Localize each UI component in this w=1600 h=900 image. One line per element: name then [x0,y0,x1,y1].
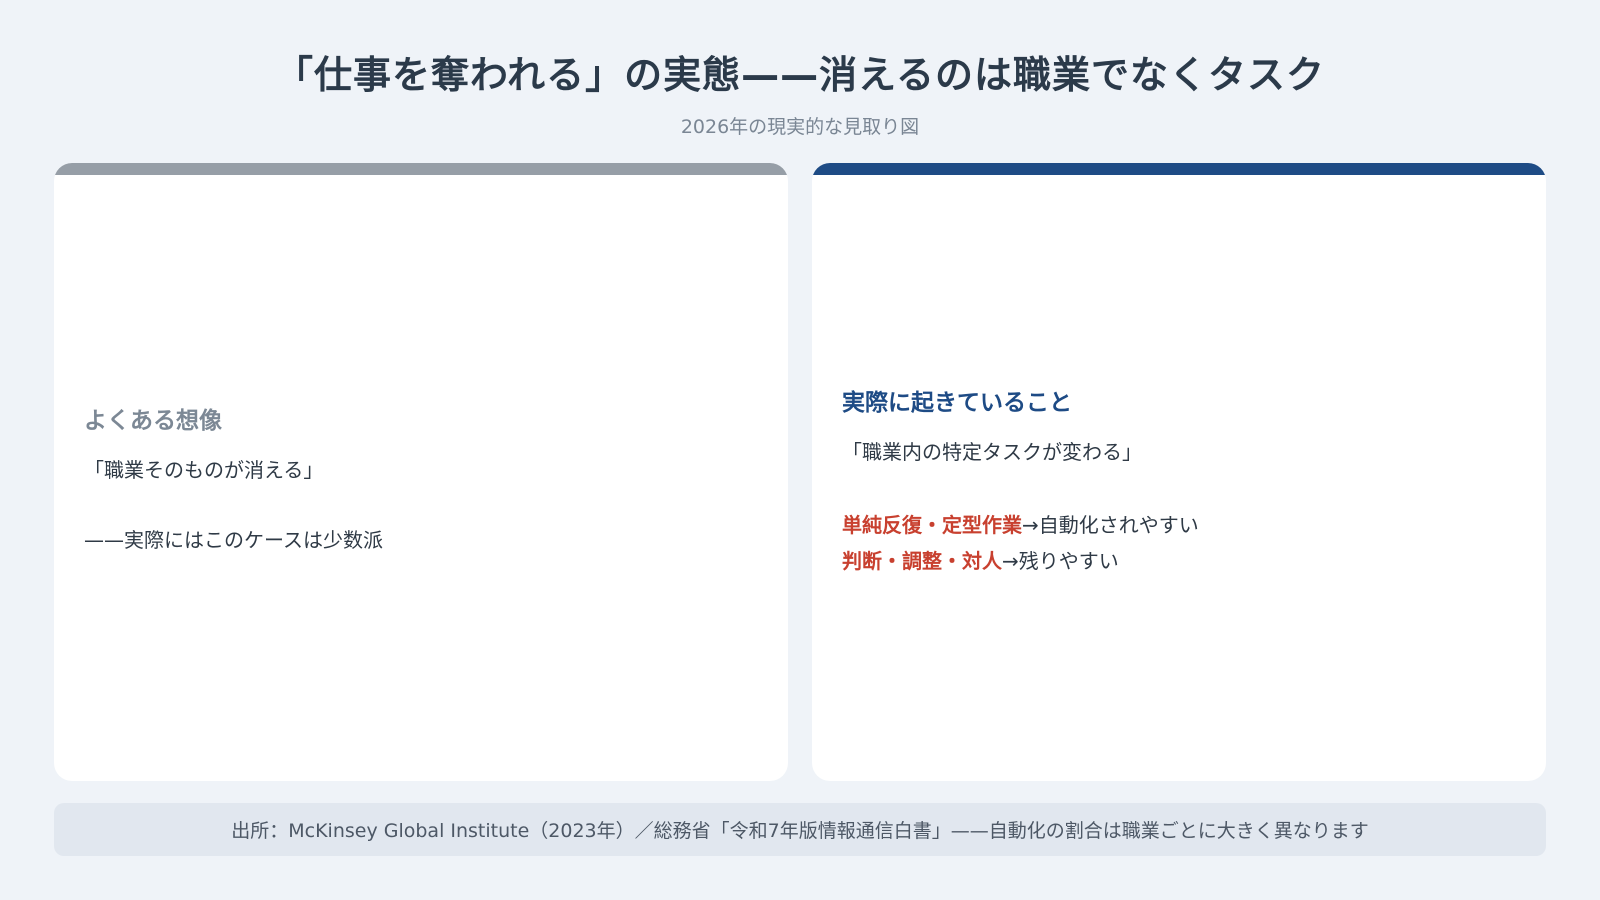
point-emphasis: 単純反復・定型作業 [842,513,1022,537]
panel-body: 実際に起きていること 「職業内の特定タスクが変わる」 単純反復・定型作業→自動化… [842,383,1516,579]
point-text: →自動化されやすい [1022,513,1199,537]
page-subtitle: 2026年の現実的な見取り図 [680,116,920,138]
panel-accent-bar [812,163,1546,175]
panel-body: よくある想像 「職業そのものが消える」 ——実際にはこのケースは少数派 [84,401,758,555]
panel-heading: よくある想像 [84,408,222,434]
common-assumption-panel: よくある想像 「職業そのものが消える」 ——実際にはこのケースは少数派 [54,163,788,781]
panel-quote: 「職業そのものが消える」 [84,458,324,482]
reality-panel: 実際に起きていること 「職業内の特定タスクが変わる」 単純反復・定型作業→自動化… [812,163,1546,781]
source-footer: 出所：McKinsey Global Institute（2023年）／総務省「… [54,803,1546,856]
panel-heading: 実際に起きていること [842,390,1072,416]
panel-note: ——実際にはこのケースは少数派 [84,528,383,552]
page-title: 「仕事を奪われる」の実態——消えるのは職業でなくタスク [275,53,1325,97]
point-emphasis: 判断・調整・対人 [842,549,1002,573]
panel-quote: 「職業内の特定タスクが変わる」 [842,440,1142,464]
point-automation: 単純反復・定型作業→自動化されやすい [842,507,1516,543]
panel-accent-bar [54,163,788,175]
point-remaining: 判断・調整・対人→残りやすい [842,543,1516,579]
point-text: →残りやすい [1002,549,1119,573]
